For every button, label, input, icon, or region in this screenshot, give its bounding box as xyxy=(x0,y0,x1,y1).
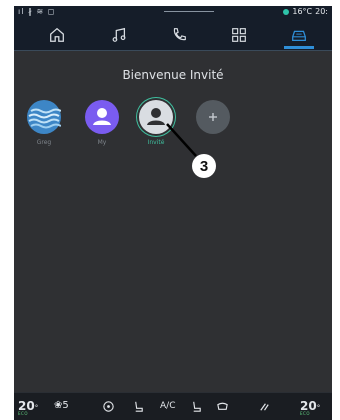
air-flow-button[interactable] xyxy=(258,400,271,416)
steering-heat-button[interactable] xyxy=(102,400,115,416)
callout-leader-line xyxy=(166,123,197,157)
temp-right-control[interactable]: 20° ECO xyxy=(300,399,320,416)
callout-marker: 3 xyxy=(192,154,216,178)
seat-heat-left-button[interactable] xyxy=(132,400,145,416)
temp-left-unit: ° xyxy=(34,404,39,412)
windshield-defrost-button[interactable] xyxy=(216,400,229,416)
temp-right-unit: ° xyxy=(316,404,321,412)
fan-control[interactable]: ❀5 xyxy=(54,400,69,411)
seat-icon xyxy=(135,401,143,412)
seat-icon xyxy=(193,401,201,412)
seat-heat-right-button[interactable] xyxy=(190,400,203,416)
climate-bar: 20° ECO ❀5 A/C 20° ECO xyxy=(14,392,332,420)
screen: ıl ∦ ≋ ◻ 16°C 20: Bienvenue Invité Greg … xyxy=(14,6,332,420)
fan-speed: 5 xyxy=(62,400,69,411)
defrost-icon xyxy=(217,402,228,410)
ac-button[interactable]: A/C xyxy=(160,401,175,411)
steering-wheel-icon xyxy=(103,401,114,412)
temp-left-control[interactable]: 20° ECO xyxy=(18,399,38,416)
air-flow-icon xyxy=(260,403,269,411)
